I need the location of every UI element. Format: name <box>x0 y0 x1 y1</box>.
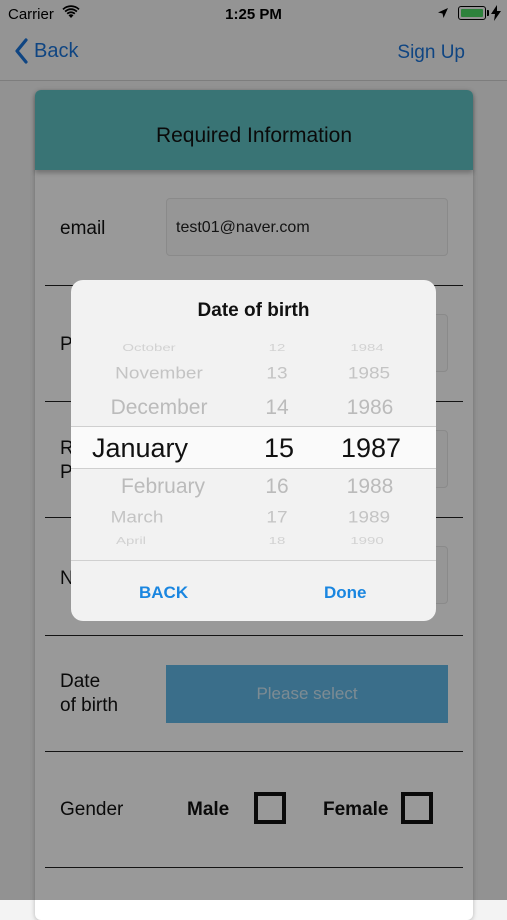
picker-month-selected: January <box>91 433 189 463</box>
dialog-title: Date of birth <box>197 300 310 321</box>
picker-month: November <box>115 365 203 383</box>
picker-day-selected: 15 <box>263 433 295 463</box>
picker-day: 16 <box>265 475 289 498</box>
dialog-back-button[interactable]: BACK <box>139 583 188 603</box>
dialog-actions: BACK Done <box>71 560 436 621</box>
picker-year: 1988 <box>346 475 394 498</box>
picker-year: 1984 <box>350 342 384 354</box>
picker-month: April <box>115 535 147 547</box>
date-of-birth-dialog: Date of birth October 12 1984 November 1… <box>71 280 436 621</box>
picker-day: 13 <box>266 365 288 383</box>
picker-year-selected: 1987 <box>340 433 402 463</box>
picker-day: 18 <box>268 535 286 547</box>
dialog-done-button[interactable]: Done <box>324 583 367 603</box>
picker-year: 1990 <box>350 535 384 547</box>
picker-year: 1985 <box>347 365 391 383</box>
picker-month: December <box>110 396 208 419</box>
picker-day: 17 <box>266 509 288 527</box>
picker-month: October <box>122 342 176 354</box>
picker-month: February <box>120 475 206 498</box>
picker-day: 12 <box>268 342 286 354</box>
picker-day: 14 <box>265 396 289 419</box>
picker-month: March <box>110 509 164 527</box>
picker-year: 1989 <box>347 509 391 527</box>
picker-year: 1986 <box>346 396 394 419</box>
date-picker-wheel[interactable]: October 12 1984 November 13 1985 Decembe… <box>71 336 436 560</box>
